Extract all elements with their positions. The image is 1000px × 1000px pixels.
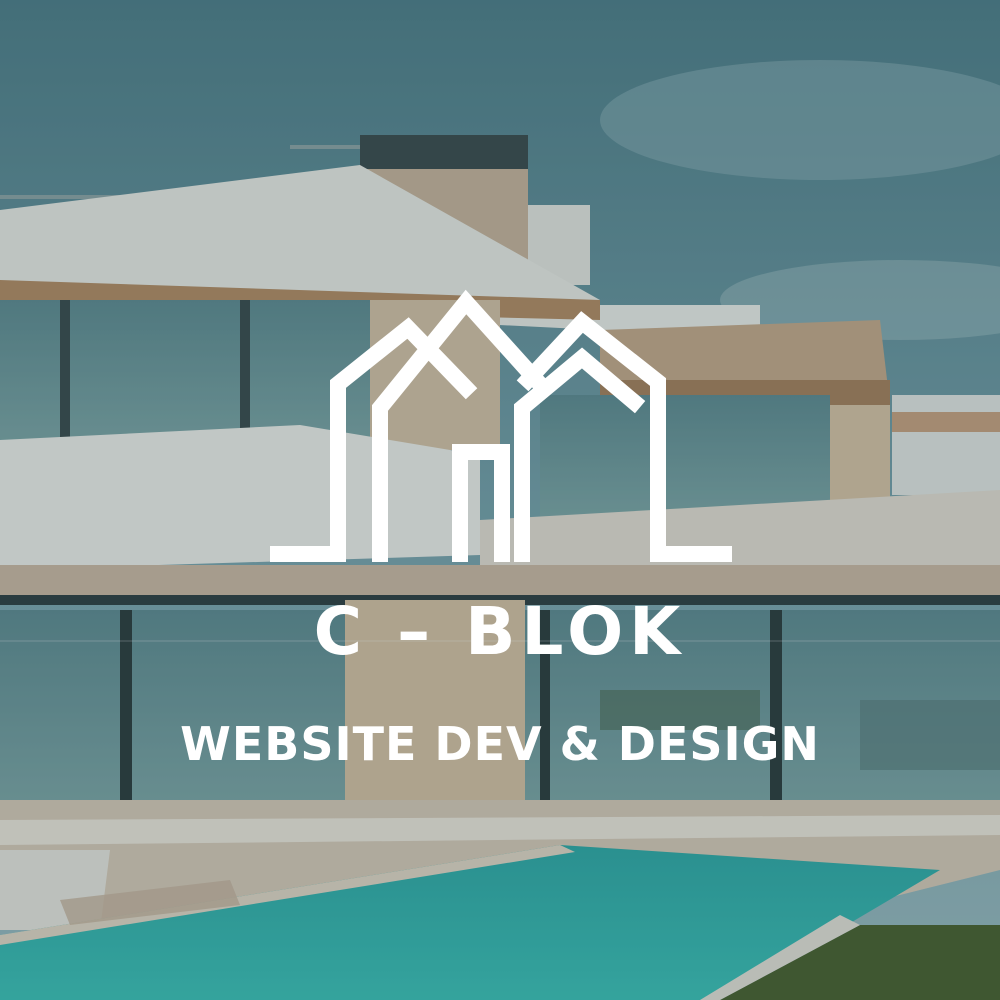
hero-banner: C – BLOK WEBSITE DEV & DESIGN <box>0 0 1000 1000</box>
brand-tagline: WEBSITE DEV & DESIGN <box>180 717 820 771</box>
brand-name: C – BLOK <box>313 593 687 670</box>
three-houses-outline-icon <box>270 289 732 562</box>
